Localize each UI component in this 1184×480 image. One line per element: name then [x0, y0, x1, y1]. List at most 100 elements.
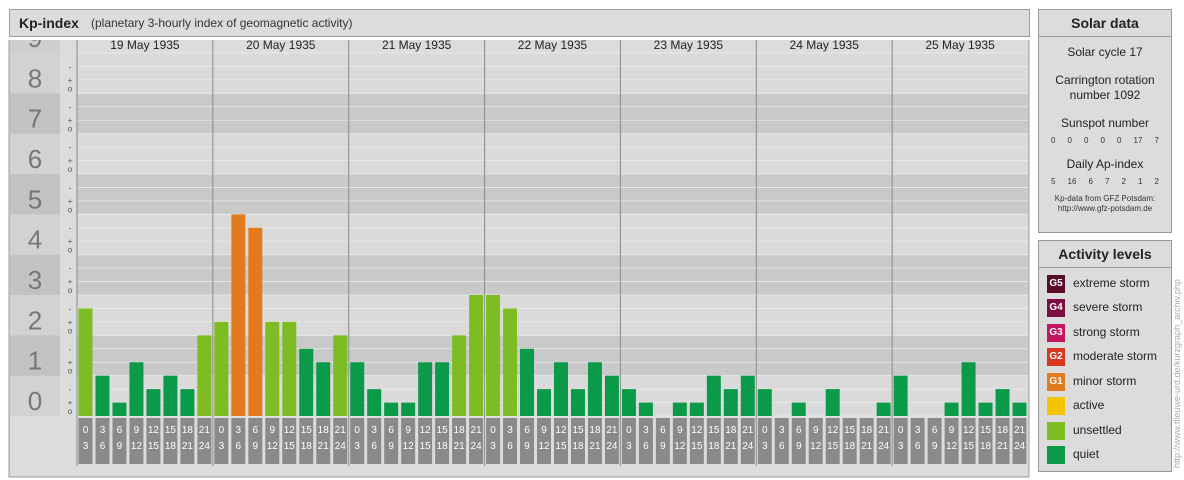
- minor-tick-label: -: [69, 224, 72, 233]
- level-swatch: [1047, 397, 1065, 415]
- interval-end-label: 12: [810, 441, 822, 452]
- kp-bar: [180, 389, 195, 416]
- kp-bar: [197, 335, 212, 416]
- band: [77, 53, 1028, 94]
- interval-start-label: 3: [236, 425, 242, 436]
- band: [77, 174, 1028, 215]
- sunspot-value: 0: [1051, 136, 1056, 145]
- kp-bar: [706, 375, 721, 416]
- ap-value: 6: [1088, 177, 1093, 186]
- sunspot-value: 0: [1100, 136, 1105, 145]
- interval-end-label: 9: [388, 441, 394, 452]
- minor-tick-label: +: [68, 318, 73, 327]
- interval-end-label: 6: [100, 441, 106, 452]
- minor-tick-label: o: [68, 205, 73, 214]
- interval-start-label: 15: [437, 425, 449, 436]
- ap-value: 2: [1154, 177, 1159, 186]
- kp-bar: [876, 402, 891, 416]
- minor-tick-label: -: [69, 304, 72, 313]
- interval-end-label: 3: [762, 441, 768, 452]
- interval-end-label: 12: [267, 441, 279, 452]
- kp-bar: [299, 348, 314, 416]
- interval-end-label: 18: [844, 441, 856, 452]
- kp-bar: [944, 402, 959, 416]
- minor-tick-label: -: [69, 183, 72, 192]
- interval-start-label: 3: [507, 425, 513, 436]
- sunspot-numbers: 0 0 0 0 0 17 7: [1039, 136, 1171, 145]
- kp-bar: [231, 214, 246, 416]
- interval-start-label: 18: [182, 425, 194, 436]
- day-label: 22 May 1935: [518, 40, 588, 52]
- interval-start-label: 15: [980, 425, 992, 436]
- kp-bar: [350, 362, 365, 416]
- ap-numbers: 5 16 6 7 2 1 2: [1039, 177, 1171, 186]
- solar-data-heading: Solar data: [1039, 10, 1171, 37]
- kp-bar: [604, 375, 619, 416]
- minor-tick-label: +: [68, 399, 73, 408]
- interval-end-label: 3: [83, 441, 89, 452]
- interval-end-label: 3: [219, 441, 225, 452]
- interval-start-label: 9: [270, 425, 276, 436]
- interval-end-label: 12: [674, 441, 686, 452]
- interval-start-label: 21: [606, 425, 618, 436]
- kp-bar: [367, 389, 382, 416]
- minor-tick-label: o: [68, 407, 73, 416]
- interval-start-label: 3: [779, 425, 785, 436]
- kp-bar: [740, 375, 755, 416]
- interval-start-label: 21: [742, 425, 754, 436]
- kp-bar: [95, 375, 110, 416]
- y-tick-label: 3: [28, 265, 42, 295]
- day-label: 24 May 1935: [790, 40, 860, 52]
- kp-bar: [537, 389, 551, 416]
- carrington-line-2: number 1092: [1069, 88, 1141, 102]
- interval-end-label: 21: [454, 441, 466, 452]
- ap-value: 16: [1067, 177, 1077, 186]
- chart-subtitle: (planetary 3-hourly index of geomagnetic…: [91, 16, 353, 30]
- minor-tick-label: -: [69, 143, 72, 152]
- kp-bar: [486, 295, 501, 416]
- interval-start-label: 21: [199, 425, 211, 436]
- minor-tick-label: o: [68, 165, 73, 174]
- interval-end-label: 6: [915, 441, 921, 452]
- interval-end-label: 9: [932, 441, 938, 452]
- level-label: strong storm: [1073, 325, 1140, 339]
- chart-title: Kp-index: [19, 15, 79, 31]
- interval-start-label: 9: [949, 425, 955, 436]
- level-badge: G4: [1047, 299, 1065, 317]
- interval-end-label: 21: [861, 441, 873, 452]
- carrington-line-1: Carrington rotation: [1055, 73, 1155, 87]
- interval-start-label: 6: [660, 425, 666, 436]
- interval-end-label: 6: [507, 441, 513, 452]
- minor-tick-label: -: [69, 103, 72, 112]
- y-tick-label: 8: [28, 63, 42, 93]
- kp-bar: [757, 389, 772, 416]
- interval-end-label: 21: [725, 441, 737, 452]
- data-source-link[interactable]: http://www.gfz-potsdam.de: [1039, 204, 1171, 214]
- kp-bar: [570, 389, 585, 416]
- day-label: 23 May 1935: [654, 40, 724, 52]
- band: [77, 214, 1028, 255]
- kp-bar: [401, 402, 416, 416]
- day-label: 20 May 1935: [246, 40, 316, 52]
- ap-value: 1: [1137, 177, 1143, 186]
- kp-bar: [384, 402, 399, 416]
- data-source-line-1: Kp-data from GFZ Potsdam:: [1054, 194, 1156, 203]
- interval-end-label: 24: [335, 441, 347, 452]
- kp-bar: [825, 389, 840, 416]
- interval-start-label: 3: [643, 425, 649, 436]
- minor-tick-label: o: [68, 367, 73, 376]
- interval-end-label: 15: [284, 441, 296, 452]
- kp-bar: [689, 402, 704, 416]
- interval-end-label: 15: [691, 441, 703, 452]
- interval-start-label: 21: [471, 425, 483, 436]
- minor-tick-label: -: [69, 345, 72, 354]
- sunspot-value: 7: [1154, 136, 1159, 145]
- minor-tick-label: +: [68, 358, 73, 367]
- y-tick-label: 2: [28, 305, 42, 335]
- kp-bar: [503, 308, 518, 416]
- interval-end-label: 21: [182, 441, 194, 452]
- level-label: severe storm: [1073, 300, 1143, 314]
- kp-bar: [638, 402, 653, 416]
- kp-bar: [163, 375, 178, 416]
- interval-end-label: 18: [572, 441, 584, 452]
